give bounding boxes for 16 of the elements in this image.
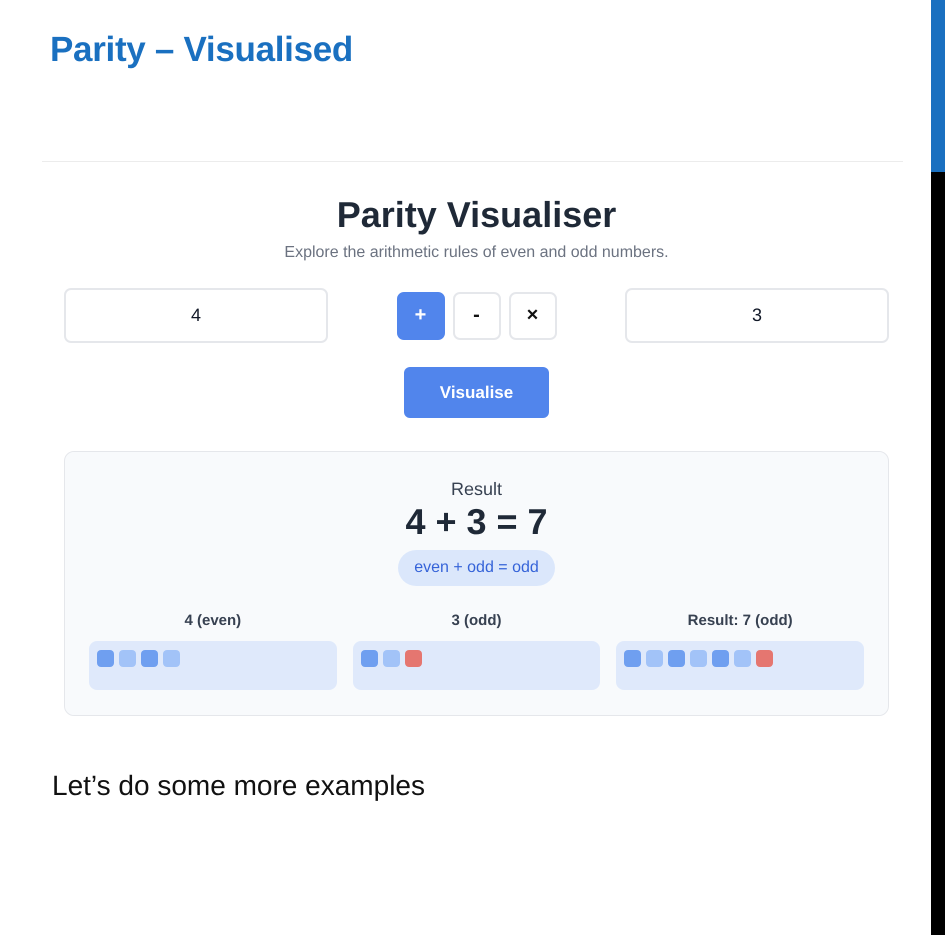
number-field[interactable]: 3 — [625, 288, 889, 343]
parity-rule-badge: even + odd = odd — [398, 550, 555, 586]
group-label: 4 (even) — [184, 612, 242, 630]
group-label: 3 (odd) — [451, 612, 502, 630]
result-equation: 4 + 3 = 7 — [405, 502, 548, 542]
operator-button[interactable]: × — [508, 292, 556, 340]
slide-title: Parity – Visualised — [50, 29, 353, 71]
slide-caption: Let’s do some more examples — [52, 769, 426, 803]
app-title: Parity Visualiser — [336, 195, 616, 235]
result-heading: Result — [450, 478, 502, 500]
group-label: Result: 7 (odd) — [688, 612, 793, 630]
operator-button[interactable]: - — [452, 292, 500, 340]
app-subtitle: Explore the arithmetic rules of even and odd numbers. — [284, 243, 669, 262]
operator-button[interactable]: + — [396, 292, 444, 340]
number-field[interactable]: 4 — [64, 288, 328, 343]
visualise-button[interactable]: Visualise — [404, 367, 549, 418]
